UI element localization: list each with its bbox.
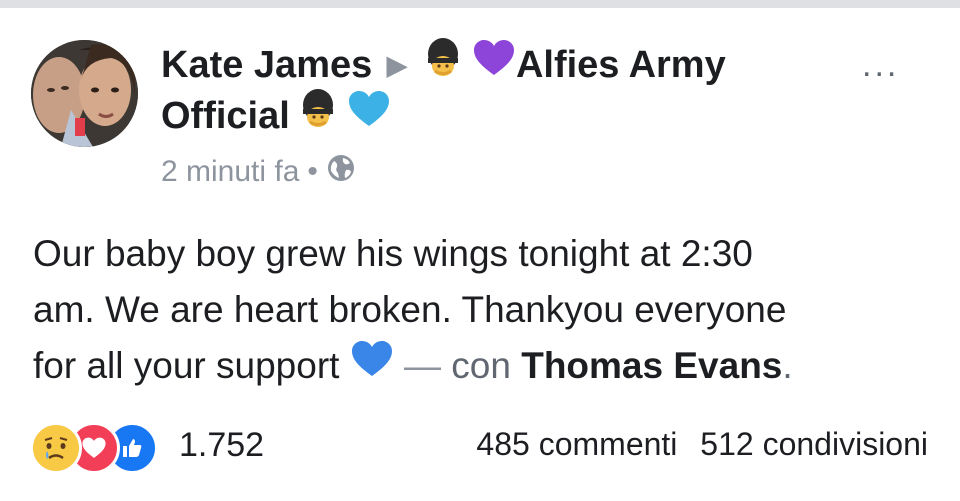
reaction-count[interactable]: 1.752 <box>179 426 264 465</box>
body-line: am. We are heart broken. Thankyou everyo… <box>33 289 787 330</box>
group-name-line1[interactable]: Alfies Army <box>516 44 726 86</box>
avatar[interactable] <box>31 40 138 147</box>
body-line: for all your support <box>33 345 340 386</box>
body-line: Our baby boy grew his wings tonight at 2… <box>33 233 753 274</box>
author-name[interactable]: Kate James <box>161 44 372 86</box>
globe-icon[interactable] <box>326 153 356 191</box>
period: . <box>782 345 793 386</box>
timestamp[interactable]: 2 minuti fa <box>161 155 299 189</box>
blue-heart-emoji-icon <box>350 338 394 394</box>
tagged-person-link[interactable]: Thomas Evans <box>521 345 782 386</box>
comments-count-link[interactable]: 485 commenti <box>476 426 677 462</box>
purple-heart-emoji-icon <box>472 39 516 87</box>
group-name-continued: Official <box>161 89 391 143</box>
body-line-last: for all your support — con Thomas Evans. <box>33 338 943 396</box>
post-header: Kate James ▶ Alfies Army <box>161 38 726 92</box>
post-body: Our baby boy grew his wings tonight at 2… <box>33 226 943 396</box>
with-label: con <box>451 345 511 386</box>
more-options-button[interactable]: ... <box>862 46 899 85</box>
shared-to-arrow-icon: ▶ <box>386 50 407 81</box>
group-name-line2[interactable]: Official <box>161 95 290 137</box>
guardsman-emoji-icon <box>425 38 461 88</box>
engagement-stats: 485 commenti 512 condivisioni <box>476 426 928 463</box>
dash-separator: — <box>404 345 441 386</box>
sad-reaction-icon <box>30 422 82 474</box>
blue-heart-emoji-icon <box>347 90 391 138</box>
separator-dot: • <box>307 155 318 188</box>
shares-count-link[interactable]: 512 condivisioni <box>700 426 928 462</box>
post-meta: 2 minuti fa • <box>161 153 356 191</box>
guardsman-emoji-icon <box>300 89 336 139</box>
top-divider <box>0 0 960 8</box>
reactions-summary[interactable] <box>30 422 158 474</box>
